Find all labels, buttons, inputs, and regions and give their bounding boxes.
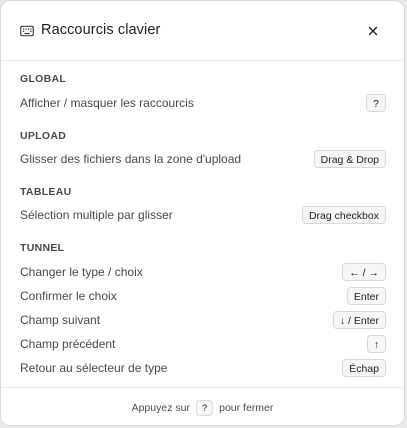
shortcut-key: Échap (342, 359, 386, 377)
shortcut-key: ↓ / Enter (332, 311, 386, 329)
shortcut-key: Drag & Drop (313, 150, 386, 168)
shortcut-label: Confirmer le choix (20, 289, 117, 303)
shortcut-label: Afficher / masquer les raccourcis (20, 96, 194, 110)
footer-suffix: pour fermer (219, 401, 274, 414)
shortcut-row: Sélection multiple par glisser Drag chec… (20, 203, 386, 227)
keyboard-shortcuts-dialog: Raccourcis clavier GLOBAL Afficher / mas… (0, 0, 405, 426)
shortcut-key: ↑ (366, 335, 386, 353)
dialog-header: Raccourcis clavier (1, 1, 404, 61)
section-global: GLOBAL Afficher / masquer les raccourcis… (20, 72, 386, 115)
shortcut-label: Changer le type / choix (20, 265, 143, 279)
section-title: TUNNEL (20, 242, 65, 254)
shortcut-label: Retour au sélecteur de type (20, 361, 168, 375)
shortcut-key: Enter (346, 287, 386, 305)
shortcut-label: Champ suivant (20, 313, 101, 327)
footer-key: ? (195, 400, 214, 416)
section-title: GLOBAL (20, 73, 67, 85)
section-upload: UPLOAD Glisser des fichiers dans la zone… (20, 129, 386, 171)
dialog-title: Raccourcis clavier (41, 22, 161, 38)
shortcut-label: Champ précédent (20, 337, 116, 351)
shortcut-row: Retour au sélecteur de type Échap (20, 356, 386, 380)
shortcut-row: Glisser des fichiers dans la zone d'uplo… (20, 147, 386, 171)
footer-prefix: Appuyez sur (131, 401, 190, 414)
section-tunnel: TUNNEL Changer le type / choix ← / → Con… (20, 241, 386, 380)
dialog-footer: Appuyez sur ? pour fermer (1, 387, 404, 425)
section-title: TABLEAU (20, 186, 72, 198)
close-button[interactable] (363, 21, 383, 41)
shortcut-row: Champ précédent ↑ (20, 332, 386, 356)
section-tableau: TABLEAU Sélection multiple par glisser D… (20, 185, 386, 227)
shortcut-row: Confirmer le choix Enter (20, 284, 386, 308)
footer-hint: Appuyez sur ? pour fermer (1, 400, 404, 416)
keyboard-icon (20, 24, 34, 38)
shortcut-row: Changer le type / choix ← / → (20, 260, 386, 284)
section-title: UPLOAD (20, 130, 67, 142)
shortcut-label: Glisser des fichiers dans la zone d'uplo… (20, 152, 242, 166)
shortcut-row: Champ suivant ↓ / Enter (20, 308, 386, 332)
shortcut-key: Drag checkbox (301, 206, 386, 224)
shortcut-key: ← / → (342, 263, 386, 281)
close-icon[interactable] (363, 21, 383, 41)
shortcut-row: Afficher / masquer les raccourcis ? (20, 91, 386, 115)
shortcut-label: Sélection multiple par glisser (20, 208, 173, 222)
shortcut-key: ? (366, 94, 386, 112)
